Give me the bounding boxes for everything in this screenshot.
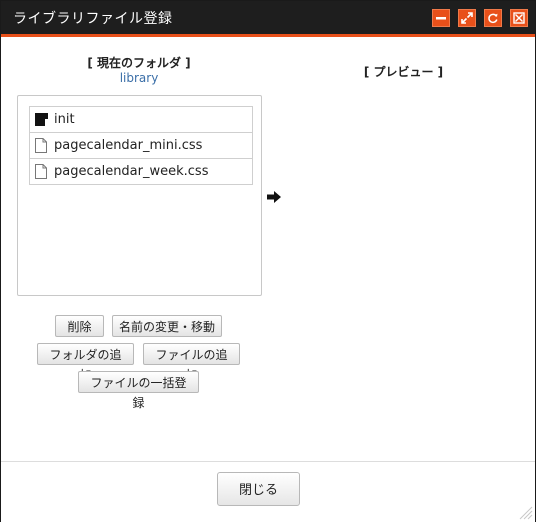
current-folder-name: library: [119, 71, 159, 85]
title-bar[interactable]: ライブラリファイル登録: [1, 1, 535, 37]
add-folder-button[interactable]: フォルダの追加: [37, 343, 134, 382]
file-list: init pagecalendar_mini.css pagecalendar_…: [29, 106, 253, 185]
file-row-pagecalendar-mini[interactable]: pagecalendar_mini.css: [30, 133, 252, 159]
file-name: pagecalendar_week.css: [54, 164, 209, 179]
library-file-dialog: ライブラリファイル登録 [ 現在のフォルダ ] library [プレビュー …: [0, 0, 536, 522]
preview-heading: [ プレビュー ]: [363, 65, 444, 79]
dialog-footer: 閉じる: [1, 461, 535, 522]
window-title: ライブラリファイル登録: [13, 11, 173, 27]
file-browser: init pagecalendar_mini.css pagecalendar_…: [17, 95, 262, 296]
close-button[interactable]: 閉じる: [217, 472, 300, 506]
file-name: pagecalendar_mini.css: [54, 138, 203, 153]
file-row-init[interactable]: init: [30, 107, 252, 133]
add-file-button[interactable]: ファイルの追加: [143, 343, 240, 382]
bulk-register-button[interactable]: ファイルの一括登録: [78, 371, 199, 410]
refresh-icon: [488, 13, 498, 24]
refresh-button[interactable]: [484, 9, 502, 27]
file-icon: [35, 138, 47, 153]
delete-button[interactable]: 削除: [55, 315, 104, 337]
file-row-pagecalendar-week[interactable]: pagecalendar_week.css: [30, 159, 252, 185]
current-folder-heading: [ 現在のフォルダ ]: [87, 56, 191, 70]
close-icon: [513, 12, 525, 24]
maximize-icon: [461, 12, 473, 24]
minimize-icon: [436, 17, 446, 20]
maximize-button[interactable]: [458, 9, 476, 27]
close-window-button[interactable]: [510, 9, 528, 27]
resize-grip-icon[interactable]: [515, 502, 533, 520]
dialog-content: [ 現在のフォルダ ] library [ プレビュー ] init pagec…: [1, 37, 535, 461]
file-icon: [35, 164, 47, 179]
rename-move-button[interactable]: 名前の変更・移動: [112, 315, 222, 337]
minimize-button[interactable]: [432, 9, 450, 27]
file-name: init: [54, 112, 75, 127]
folder-icon: [35, 113, 48, 126]
arrow-right-icon: [267, 191, 281, 203]
